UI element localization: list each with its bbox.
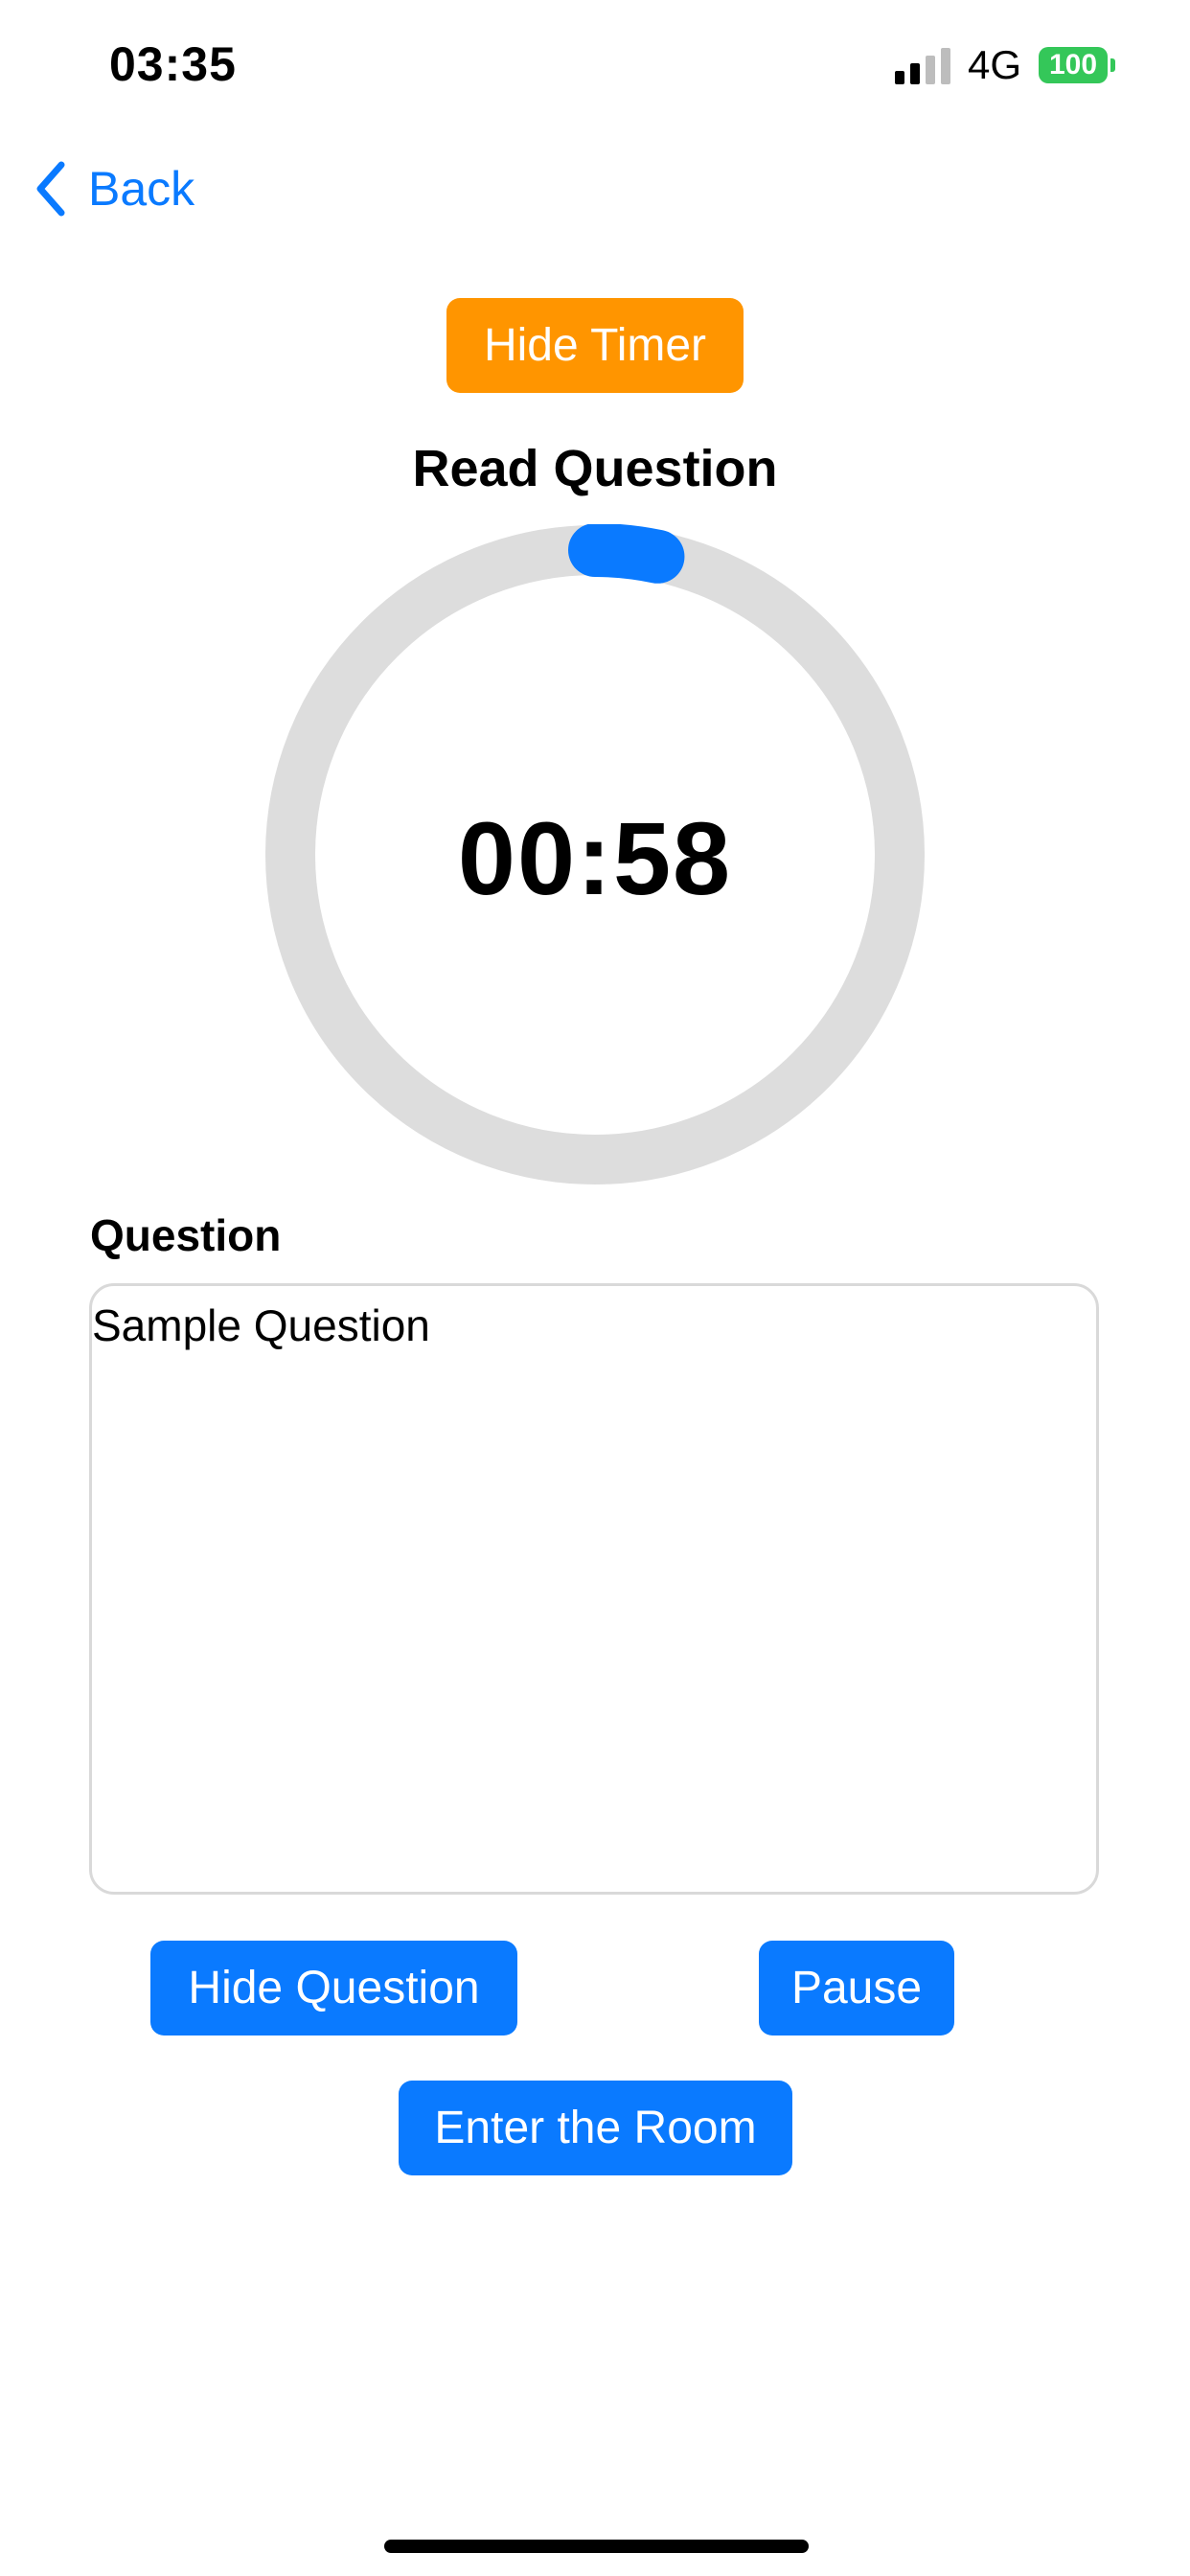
question-text-area[interactable]: Sample Question <box>89 1283 1099 1895</box>
question-label: Question <box>90 1210 282 1260</box>
chevron-left-icon <box>36 161 65 217</box>
hide-timer-button[interactable]: Hide Timer <box>446 298 744 393</box>
battery-icon: 100 <box>1039 47 1115 83</box>
network-type-label: 4G <box>967 42 1021 87</box>
back-button[interactable]: Back <box>34 161 195 217</box>
signal-strength-icon <box>894 46 950 84</box>
battery-cap <box>1110 58 1115 72</box>
countdown-time: 00:58 <box>457 800 733 916</box>
pause-button[interactable]: Pause <box>759 1941 954 2036</box>
enter-room-button[interactable]: Enter the Room <box>399 2081 792 2175</box>
back-label: Back <box>88 162 195 216</box>
timer-phase-title: Read Question <box>412 440 778 497</box>
status-indicators: 4G 100 <box>894 42 1115 88</box>
hide-question-button[interactable]: Hide Question <box>150 1941 517 2036</box>
home-indicator[interactable] <box>384 2540 809 2553</box>
battery-level: 100 <box>1039 47 1108 83</box>
status-time: 03:35 <box>109 37 237 91</box>
